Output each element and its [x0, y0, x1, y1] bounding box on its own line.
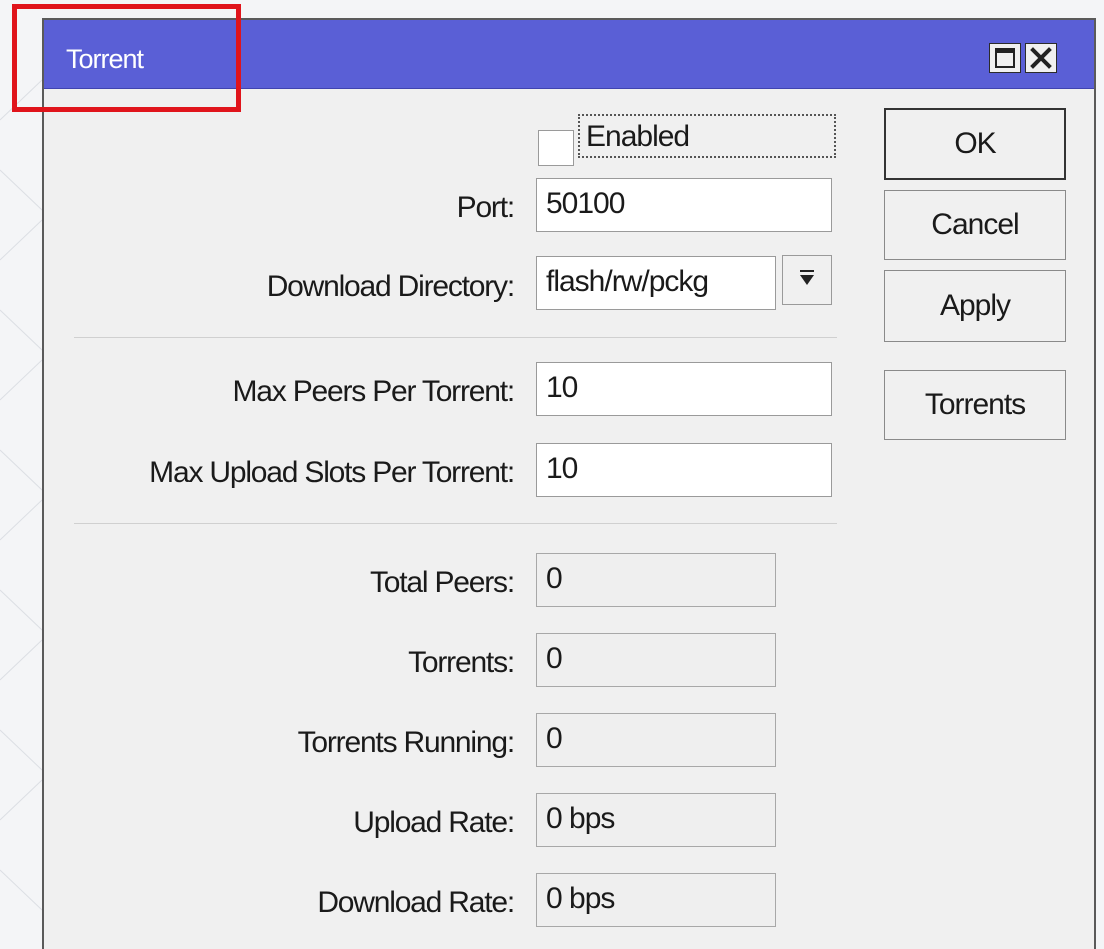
torrent-window: Torrent Enabled Port: 50100 Download Dir… — [42, 18, 1096, 949]
torrents-running-label: Torrents Running: — [297, 726, 516, 759]
max-upload-slots-label: Max Upload Slots Per Torrent: — [149, 456, 515, 489]
torrents-button[interactable]: Torrents — [884, 370, 1066, 440]
apply-button[interactable]: Apply — [884, 270, 1066, 342]
enabled-checkbox[interactable] — [538, 130, 574, 166]
download-rate-value: 0 bps — [536, 873, 776, 927]
close-icon — [1030, 47, 1052, 69]
port-input[interactable]: 50100 — [536, 178, 832, 232]
max-upload-slots-input[interactable]: 10 — [536, 443, 832, 497]
download-rate-label: Download Rate: — [317, 886, 515, 919]
torrents-running-value: 0 — [536, 713, 776, 767]
dropdown-arrow-icon — [800, 270, 814, 285]
enabled-label[interactable]: Enabled — [578, 114, 836, 158]
ok-button[interactable]: OK — [884, 108, 1066, 180]
download-directory-dropdown-button[interactable] — [782, 255, 832, 305]
separator — [74, 523, 837, 524]
highlight-annotation-box — [12, 4, 241, 112]
torrents-value: 0 — [536, 633, 776, 687]
total-peers-value: 0 — [536, 553, 776, 607]
close-button[interactable] — [1025, 43, 1057, 73]
maximize-icon — [995, 48, 1015, 68]
download-directory-label: Download Directory: — [266, 270, 516, 303]
max-peers-label: Max Peers Per Torrent: — [232, 375, 516, 408]
maximize-button[interactable] — [989, 43, 1021, 73]
upload-rate-label: Upload Rate: — [353, 806, 515, 839]
cancel-button[interactable]: Cancel — [884, 190, 1066, 260]
port-label: Port: — [456, 191, 516, 224]
torrents-label: Torrents: — [408, 646, 515, 679]
upload-rate-value: 0 bps — [536, 793, 776, 847]
separator — [74, 337, 837, 338]
total-peers-label: Total Peers: — [369, 566, 515, 599]
max-peers-input[interactable]: 10 — [536, 362, 832, 416]
download-directory-input[interactable]: flash/rw/pckg — [536, 256, 776, 310]
